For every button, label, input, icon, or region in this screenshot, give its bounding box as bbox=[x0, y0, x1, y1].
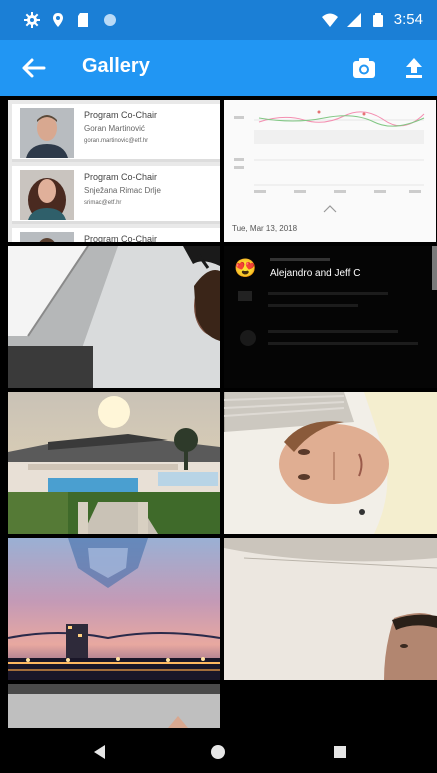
upload-icon[interactable] bbox=[400, 54, 428, 82]
photo-tile-resort[interactable] bbox=[8, 392, 220, 534]
circle-icon bbox=[104, 14, 116, 26]
face-photo bbox=[224, 538, 437, 680]
contact-avatar bbox=[20, 170, 74, 220]
partial-photo bbox=[8, 684, 220, 728]
selfie-photo bbox=[224, 392, 437, 534]
navigation-bar bbox=[0, 730, 437, 773]
ceiling-photo bbox=[8, 246, 220, 388]
photo-grid: Program Co-Chair Goran Martinović goran.… bbox=[0, 96, 437, 730]
contact-name: Goran Martinović bbox=[84, 124, 145, 133]
app-bar: Gallery bbox=[0, 40, 437, 96]
contact-name: Snježana Rimac Drlje bbox=[84, 186, 161, 195]
contact-role: Program Co-Chair bbox=[84, 110, 158, 120]
photo-tile-chart[interactable]: Tue, Mar 13, 2018 bbox=[224, 100, 436, 242]
recents-square-icon[interactable] bbox=[330, 742, 350, 762]
home-circle-icon[interactable] bbox=[208, 742, 228, 762]
signal-icon bbox=[346, 12, 361, 27]
photo-tile-partial[interactable] bbox=[8, 684, 220, 728]
status-time: 3:54 bbox=[393, 11, 423, 28]
photo-tile-selfie[interactable] bbox=[224, 392, 437, 534]
resort-photo bbox=[8, 392, 220, 534]
notification-background bbox=[238, 246, 437, 346]
contact-card: Program Co-Chair Snježana Rimac Drlje sr… bbox=[12, 166, 220, 224]
photo-tile-notification[interactable]: 😍 Alejandro and Jeff C bbox=[224, 246, 437, 388]
page-title: Gallery bbox=[82, 55, 150, 77]
camera-icon[interactable] bbox=[350, 54, 378, 82]
back-triangle-icon[interactable] bbox=[90, 742, 110, 762]
contact-role: Program Co-Chair bbox=[84, 234, 158, 242]
contact-role: Program Co-Chair bbox=[84, 172, 158, 182]
contact-card: Program Co-Chair Goran Martinović goran.… bbox=[12, 104, 220, 162]
city-photo bbox=[8, 538, 220, 680]
photo-tile-city[interactable] bbox=[8, 538, 220, 680]
gallery-screen: 3:54 Gallery Program Co-Chair Goran Mart… bbox=[0, 0, 437, 773]
contact-email: srimac@etf.hr bbox=[84, 200, 122, 206]
sd-card-icon bbox=[78, 13, 88, 27]
photo-tile-contacts[interactable]: Program Co-Chair Goran Martinović goran.… bbox=[8, 100, 220, 242]
gear-icon bbox=[24, 12, 40, 28]
contact-email: goran.martinovic@etf.hr bbox=[84, 138, 149, 144]
chart-thumbnail bbox=[224, 100, 436, 220]
photo-tile-face[interactable] bbox=[224, 538, 437, 680]
back-arrow-icon[interactable] bbox=[20, 54, 48, 82]
wifi-icon bbox=[321, 13, 338, 27]
status-bar: 3:54 bbox=[0, 0, 437, 40]
location-icon bbox=[53, 13, 63, 27]
contact-avatar bbox=[20, 232, 74, 242]
contact-card: Program Co-Chair bbox=[12, 228, 220, 242]
chart-date: Tue, Mar 13, 2018 bbox=[232, 224, 298, 233]
contact-avatar bbox=[20, 108, 74, 158]
photo-tile-ceiling[interactable] bbox=[8, 246, 220, 388]
battery-icon bbox=[372, 12, 383, 27]
